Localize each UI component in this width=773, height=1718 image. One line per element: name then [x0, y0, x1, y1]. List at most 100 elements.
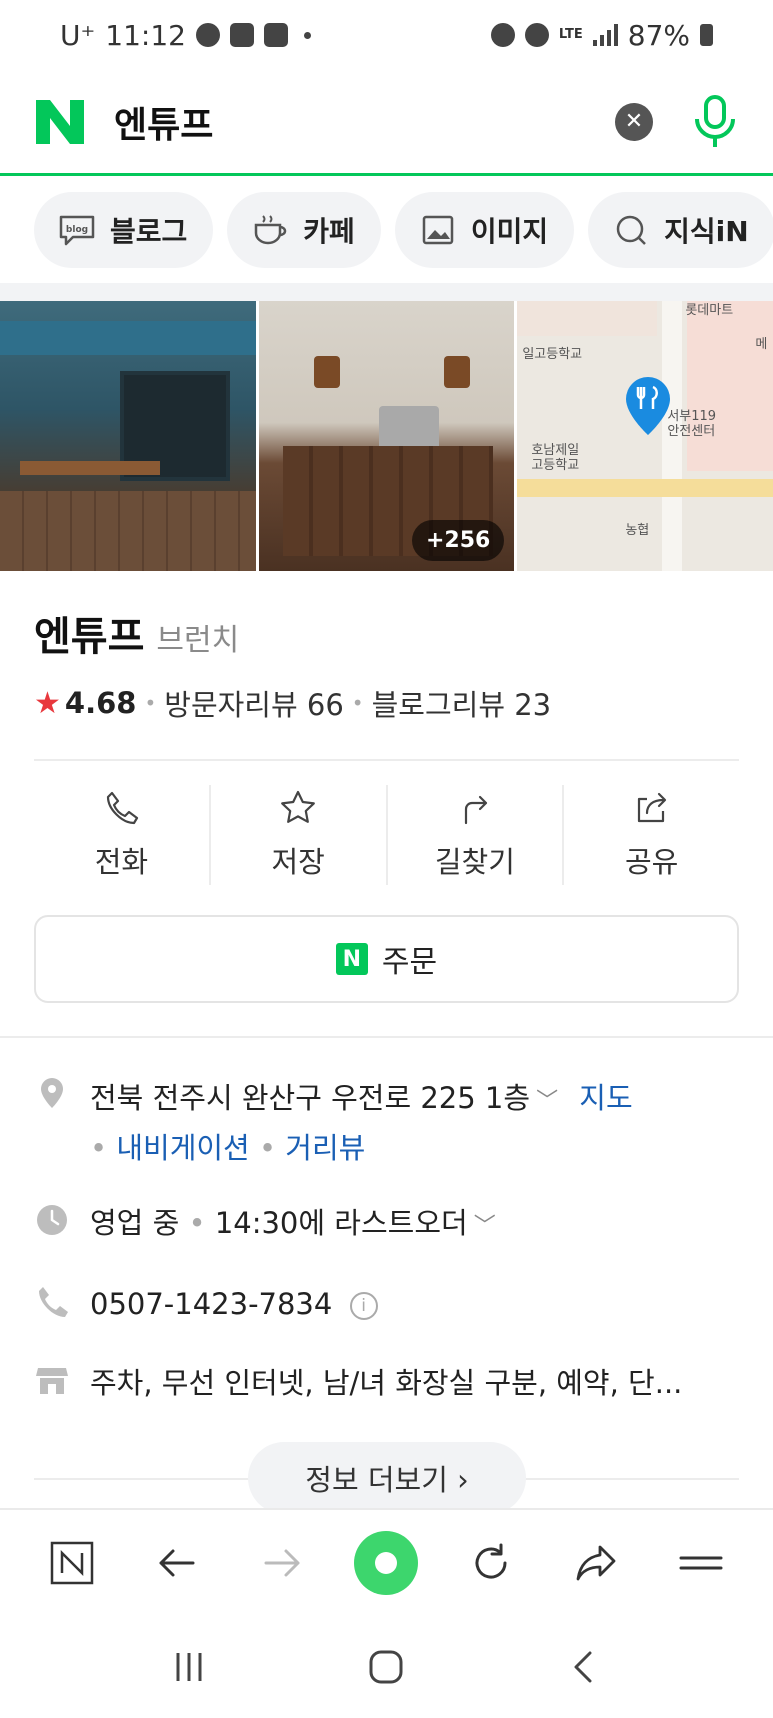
- share-icon: [637, 792, 666, 823]
- alarm-icon: [524, 23, 549, 47]
- search-bar: 엔튜프 ✕: [0, 70, 773, 176]
- order-button[interactable]: N 주문: [34, 915, 739, 1003]
- place-name[interactable]: 엔튜프: [34, 604, 144, 662]
- category-chips: blog 블로그 카페 이미지 지식iN: [34, 192, 773, 268]
- browser-toolbar: [0, 1508, 773, 1616]
- arrow-right-icon: [264, 1549, 300, 1577]
- share-button[interactable]: [564, 1531, 628, 1595]
- pay-icon: [229, 23, 254, 47]
- navigation-link[interactable]: 내비게이션: [116, 1131, 249, 1165]
- section-divider: [0, 283, 773, 301]
- photo-count-badge: +256: [411, 520, 505, 561]
- more-info-button[interactable]: 정보 더보기 ›: [248, 1442, 526, 1514]
- info-icon[interactable]: i: [349, 1292, 378, 1320]
- chip-knowledge[interactable]: 지식iN: [588, 192, 773, 268]
- chip-image[interactable]: 이미지: [394, 192, 575, 268]
- rating-row: ★ 4.68 • 방문자리뷰 66 • 블로그리뷰 23: [34, 682, 551, 724]
- phone-number[interactable]: 0507-1423-7834: [90, 1287, 332, 1321]
- hours-status: 영업 중: [90, 1206, 180, 1240]
- recent-apps-icon[interactable]: [169, 1647, 209, 1687]
- home-icon[interactable]: [366, 1647, 406, 1687]
- chip-label: 이미지: [470, 215, 549, 248]
- action-label: 전화: [94, 845, 149, 879]
- chip-blog[interactable]: blog 블로그: [34, 192, 214, 268]
- image-icon: [422, 215, 454, 245]
- map-pin-icon: [626, 377, 671, 435]
- chip-label: 지식iN: [664, 215, 749, 248]
- map-link[interactable]: 지도: [579, 1081, 632, 1115]
- address-row: 전북 전주시 완산구 우전로 225 1층 ﹀ 지도 • 내비게이션 • 거리뷰: [34, 1075, 739, 1171]
- notification-icon: [195, 23, 220, 47]
- close-icon[interactable]: ✕: [615, 102, 653, 141]
- share-button[interactable]: 공유: [564, 785, 739, 885]
- action-label: 저장: [271, 845, 325, 879]
- map-thumbnail[interactable]: 롯데마트 일고등학교 서부119 안전센터 호남제일 고등학교 농협 메: [517, 301, 773, 571]
- visitor-reviews-link[interactable]: 방문자리뷰 66: [164, 682, 344, 724]
- location-pin-icon: [34, 1075, 70, 1111]
- divider: [34, 759, 739, 761]
- blog-icon: blog: [59, 215, 95, 246]
- reload-button[interactable]: [459, 1531, 523, 1595]
- arrow-left-icon: [159, 1549, 195, 1577]
- store-icon: [34, 1362, 70, 1398]
- directions-icon: [464, 795, 487, 825]
- battery-icon: [700, 24, 713, 46]
- share-arrow-icon: [576, 1545, 616, 1581]
- blog-reviews-link[interactable]: 블로그리뷰 23: [372, 682, 552, 724]
- phone-row: 0507-1423-7834 i: [34, 1283, 739, 1325]
- phone-icon: [34, 1283, 70, 1319]
- signal-icon: [592, 24, 618, 46]
- system-nav-bar: [0, 1616, 773, 1718]
- shield-icon: [263, 23, 288, 47]
- chip-label: 카페: [303, 215, 355, 248]
- star-icon: ★: [34, 685, 61, 721]
- streetview-link[interactable]: 거리뷰: [285, 1131, 365, 1165]
- chevron-down-icon[interactable]: ﹀: [474, 1214, 496, 1239]
- search-input[interactable]: 엔튜프: [114, 96, 213, 148]
- map-label: 롯데마트: [685, 303, 734, 318]
- chevron-down-icon[interactable]: ﹀: [536, 1089, 558, 1114]
- more-notifications-icon: [303, 31, 311, 39]
- menu-icon: [679, 1556, 723, 1570]
- rating-value: 4.68: [64, 686, 137, 720]
- map-label: 메: [755, 337, 768, 352]
- place-title: 엔튜프 브런치: [34, 604, 239, 662]
- cafe-icon: [255, 215, 287, 245]
- back-icon[interactable]: [564, 1647, 604, 1687]
- map-label: 농협: [625, 523, 650, 538]
- forward-button[interactable]: [250, 1531, 314, 1595]
- photo-terrace[interactable]: [0, 301, 256, 571]
- network-type: LTE: [558, 27, 583, 42]
- chip-label: 블로그: [110, 215, 188, 248]
- naver-logo-icon[interactable]: [34, 97, 86, 146]
- naver-n-icon: [51, 1541, 94, 1585]
- save-button[interactable]: 저장: [211, 785, 388, 885]
- amenities-text: 주차, 무선 인터넷, 남/녀 화장실 구분, 예약, 단...: [90, 1366, 683, 1400]
- battery-level: 87%: [627, 18, 690, 52]
- place-category: 브런치: [156, 623, 240, 658]
- naver-order-icon: N: [335, 943, 368, 975]
- back-button[interactable]: [145, 1531, 209, 1595]
- knowledge-icon: [616, 215, 646, 245]
- amenities-row: 주차, 무선 인터넷, 남/녀 화장실 구분, 예약, 단...: [34, 1362, 739, 1404]
- mic-icon[interactable]: [691, 94, 739, 149]
- svg-text:blog: blog: [66, 225, 88, 235]
- hours-detail: 14:30에 라스트오더: [214, 1206, 468, 1240]
- map-label: 일고등학교: [522, 347, 583, 362]
- hours-row: 영업 중 • 14:30에 라스트오더 ﹀: [34, 1202, 739, 1248]
- action-label: 공유: [624, 845, 679, 879]
- photo-strip: +256 롯데마트 일고등학교 서부119 안전센터 호남제일 고등학교 농협 …: [0, 301, 773, 571]
- section-divider: [0, 1036, 773, 1038]
- call-button[interactable]: 전화: [34, 785, 211, 885]
- naver-home-button[interactable]: [40, 1531, 104, 1595]
- photo-counter[interactable]: +256: [258, 301, 515, 571]
- green-dot-button[interactable]: [354, 1531, 419, 1595]
- phone-icon: [107, 791, 139, 825]
- refresh-icon: [475, 1543, 507, 1579]
- chip-cafe[interactable]: 카페: [227, 192, 381, 268]
- battery-saver-icon: [490, 23, 515, 47]
- map-label: 서부119 안전센터: [667, 409, 717, 439]
- action-label: 길찾기: [434, 845, 515, 879]
- directions-button[interactable]: 길찾기: [388, 785, 565, 885]
- menu-button[interactable]: [669, 1531, 733, 1595]
